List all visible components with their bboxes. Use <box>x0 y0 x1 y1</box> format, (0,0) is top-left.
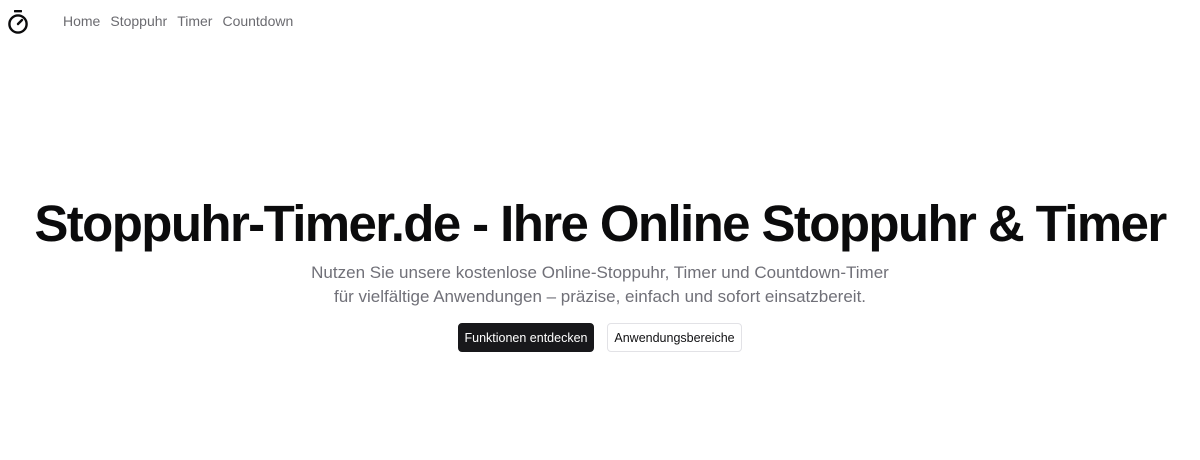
hero-title: Stoppuhr-Timer.de - Ihre Online Stoppuhr… <box>34 195 1167 252</box>
hero-subtitle-line-1: Nutzen Sie unsere kostenlose Online-Stop… <box>311 263 889 282</box>
explore-features-button[interactable]: Funktionen entdecken <box>458 323 594 352</box>
nav-link-countdown[interactable]: Countdown <box>222 13 293 29</box>
page: Home Stoppuhr Timer Countdown Stoppuhr-T… <box>0 0 1200 460</box>
top-navigation: Home Stoppuhr Timer Countdown <box>0 0 1200 42</box>
nav-link-home[interactable]: Home <box>63 13 100 29</box>
nav-link-timer[interactable]: Timer <box>177 13 212 29</box>
hero-section: Stoppuhr-Timer.de - Ihre Online Stoppuhr… <box>0 196 1200 352</box>
hero-subtitle-line-2: für vielfältige Anwendungen – präzise, e… <box>333 287 867 306</box>
stopwatch-icon[interactable] <box>7 9 29 35</box>
hero-subtitle: Nutzen Sie unsere kostenlose Online-Stop… <box>300 261 900 309</box>
use-cases-button[interactable]: Anwendungsbereiche <box>607 323 742 352</box>
hero-buttons: Funktionen entdecken Anwendungsbereiche <box>0 323 1200 352</box>
nav-link-stoppuhr[interactable]: Stoppuhr <box>110 13 167 29</box>
nav-links: Home Stoppuhr Timer Countdown <box>63 13 293 29</box>
